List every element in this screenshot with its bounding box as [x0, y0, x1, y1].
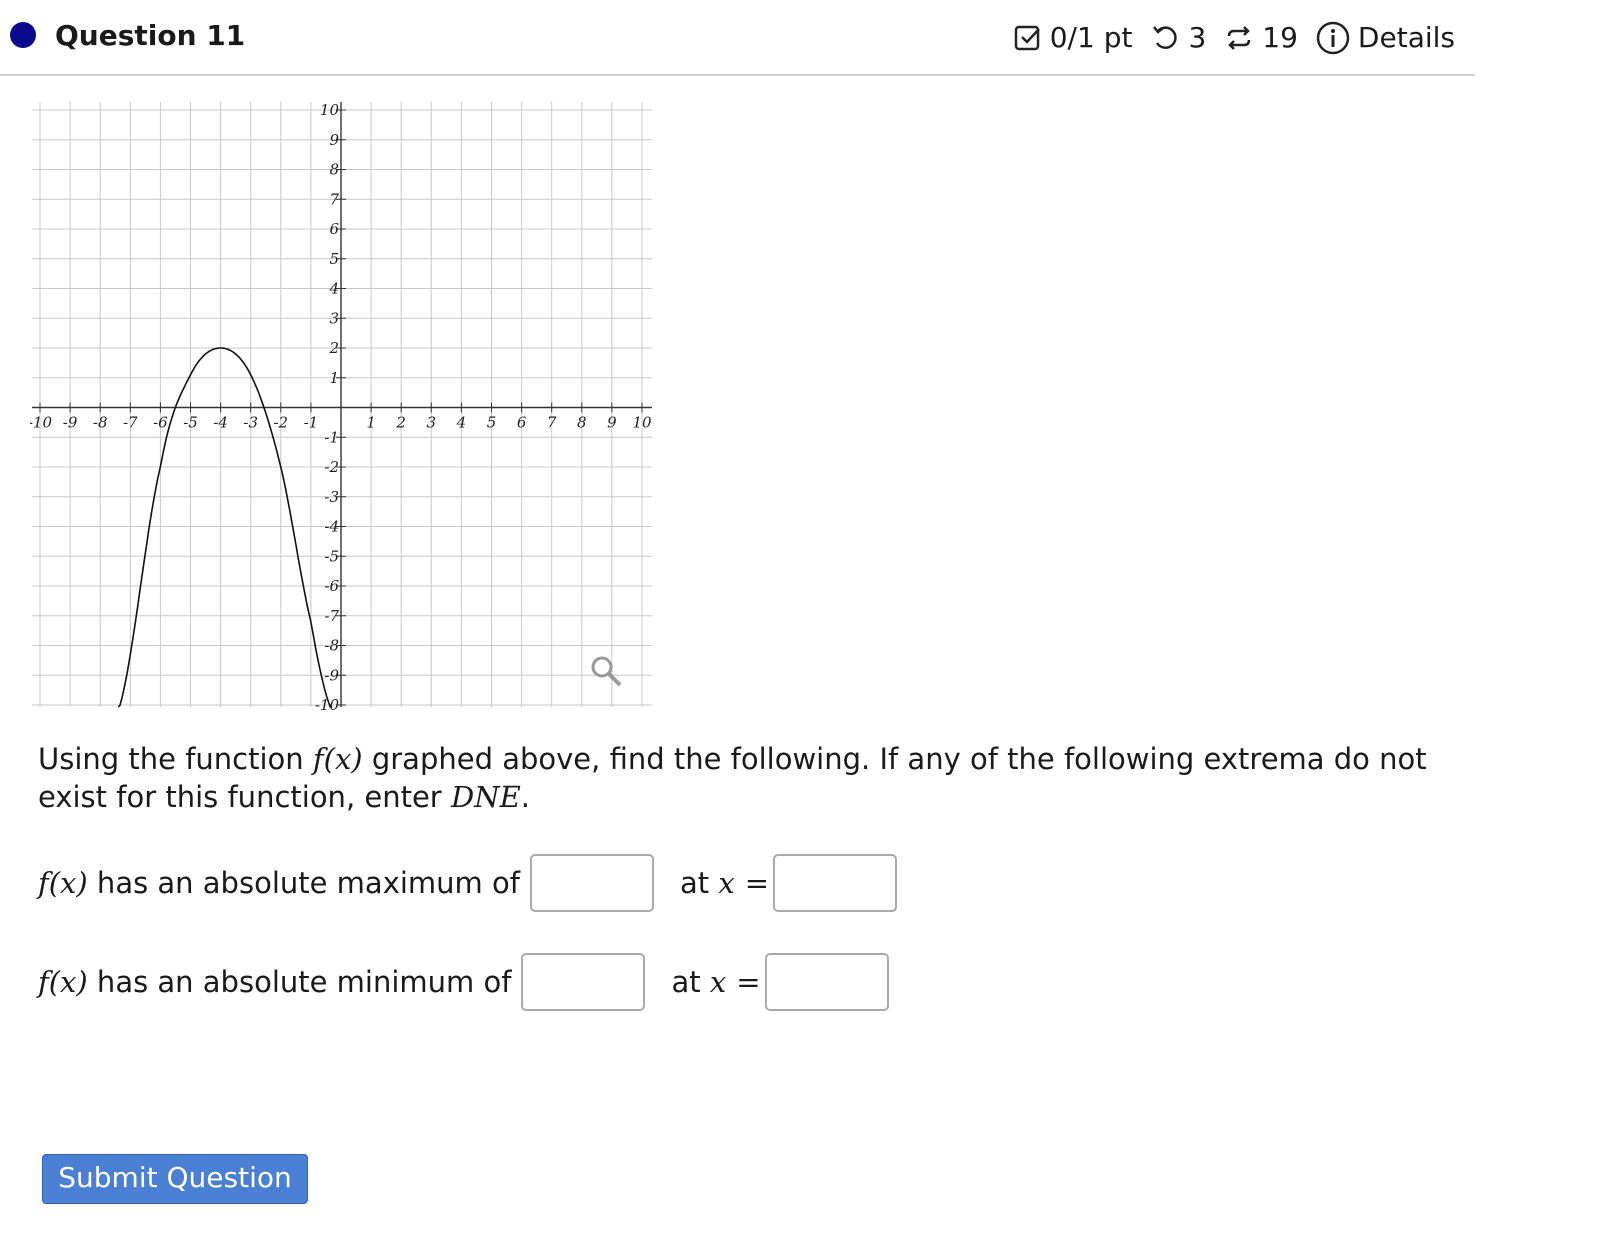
y-tick-label: -1: [324, 428, 339, 446]
max-function: f(x): [38, 866, 88, 900]
x-tick-label: 5: [487, 414, 497, 432]
min-at-label: at x: [671, 965, 726, 999]
y-tick-label: 2: [328, 339, 339, 357]
x-tick-label: -1: [304, 414, 319, 432]
x-tick-label: 6: [517, 414, 527, 432]
x-tick-label: -5: [183, 414, 198, 432]
info-icon[interactable]: [1316, 21, 1350, 55]
x-tick-label: -2: [273, 414, 288, 432]
function-graph: -10 -9 -8 -7 -6 -5 -4 -3 -2 -1 1 2 3 4 5 6 7 8 9 10 10 9 8 7 6 5 4…: [30, 95, 660, 720]
absolute-minimum-row: f(x) has an absolute minimum of at x =: [38, 951, 889, 1013]
y-tick-label: 6: [329, 220, 339, 238]
x-tick-label: 9: [607, 414, 617, 432]
x-tick-label: -10: [30, 414, 53, 432]
points-text: 0/1 pt: [1049, 21, 1133, 54]
magnifier-icon[interactable]: [591, 656, 622, 687]
y-tick-label: 8: [329, 161, 339, 179]
question-meta: 0/1 pt 3 19 Details: [1014, 20, 1455, 56]
min-value-input[interactable]: [521, 953, 646, 1011]
repeat-icon: [1224, 23, 1254, 53]
x-tick-label: 3: [427, 414, 437, 432]
question-prompt: Using the function f(x) graphed above, f…: [38, 740, 1468, 816]
magnifier-lens: [591, 656, 613, 678]
max-at-text: at: [679, 866, 719, 900]
graph-svg: -10 -9 -8 -7 -6 -5 -4 -3 -2 -1 1 2 3 4 5 6 7 8 9 10 10 9 8 7 6 5 4…: [30, 101, 652, 714]
max-label: has an absolute maximum of: [87, 866, 520, 900]
details-link[interactable]: Details: [1358, 20, 1455, 56]
submit-question-button[interactable]: Submit Question: [42, 1154, 308, 1204]
x-tick-label: 2: [395, 414, 406, 432]
question-header: Question 11 0/1 pt 3 19 Details: [0, 0, 1475, 76]
undo-icon: [1150, 23, 1180, 53]
retries-count: 3: [1188, 21, 1207, 54]
prompt-end: .: [520, 780, 530, 814]
x-tick-label: -9: [63, 414, 78, 432]
max-var: x: [718, 866, 735, 900]
x-tick-label: -7: [123, 414, 138, 432]
y-tick-label: -8: [324, 637, 339, 655]
min-at-text: at: [671, 965, 710, 999]
y-tick-label: 3: [329, 309, 339, 327]
min-equals: =: [736, 965, 761, 999]
y-tick-label: -9: [324, 666, 339, 684]
checkbox-icon: [1014, 24, 1042, 52]
min-function: f(x): [38, 965, 88, 999]
prompt-lead: Using the function: [38, 742, 313, 776]
absolute-maximum-row: f(x) has an absolute maximum of at x =: [38, 852, 898, 914]
x-tick-label: -3: [243, 414, 258, 432]
y-tick-label: -5: [324, 547, 339, 565]
min-x-input[interactable]: [764, 953, 889, 1011]
min-label: has an absolute minimum of: [87, 965, 512, 999]
y-tick-label: 7: [329, 190, 339, 208]
y-tick-label: -2: [324, 458, 339, 476]
x-tick-label: 1: [366, 414, 376, 432]
max-equals: =: [744, 866, 770, 900]
prompt-dne: DNE: [450, 780, 521, 814]
x-tick-label: -6: [153, 414, 168, 432]
x-tick-label: 10: [632, 414, 652, 432]
x-tick-label: -8: [93, 414, 108, 432]
y-tick-label: -7: [324, 607, 339, 625]
status-dot: [10, 22, 36, 48]
y-tick-label: 1: [329, 369, 339, 387]
function-curve: [117, 347, 333, 708]
prompt-function: f(x): [312, 742, 363, 776]
x-tick-label: 7: [547, 414, 557, 432]
attempts-count: 19: [1262, 21, 1298, 54]
max-value-input[interactable]: [529, 854, 654, 912]
max-at-label: at x: [680, 866, 735, 900]
x-tick-label: 4: [456, 414, 467, 432]
y-tick-label: 9: [329, 131, 339, 149]
y-tick-label: 10: [320, 101, 340, 119]
y-tick-label: -4: [324, 518, 339, 536]
min-var: x: [709, 965, 727, 999]
y-tick-label: -6: [324, 577, 339, 595]
y-tick-label: 5: [329, 250, 339, 268]
y-tick-label: 4: [328, 280, 339, 298]
question-title: Question 11: [55, 19, 246, 52]
max-x-input[interactable]: [773, 854, 898, 912]
y-tick-label: -3: [324, 488, 339, 506]
x-tick-label: -4: [213, 414, 228, 432]
x-tick-label: 8: [577, 414, 587, 432]
